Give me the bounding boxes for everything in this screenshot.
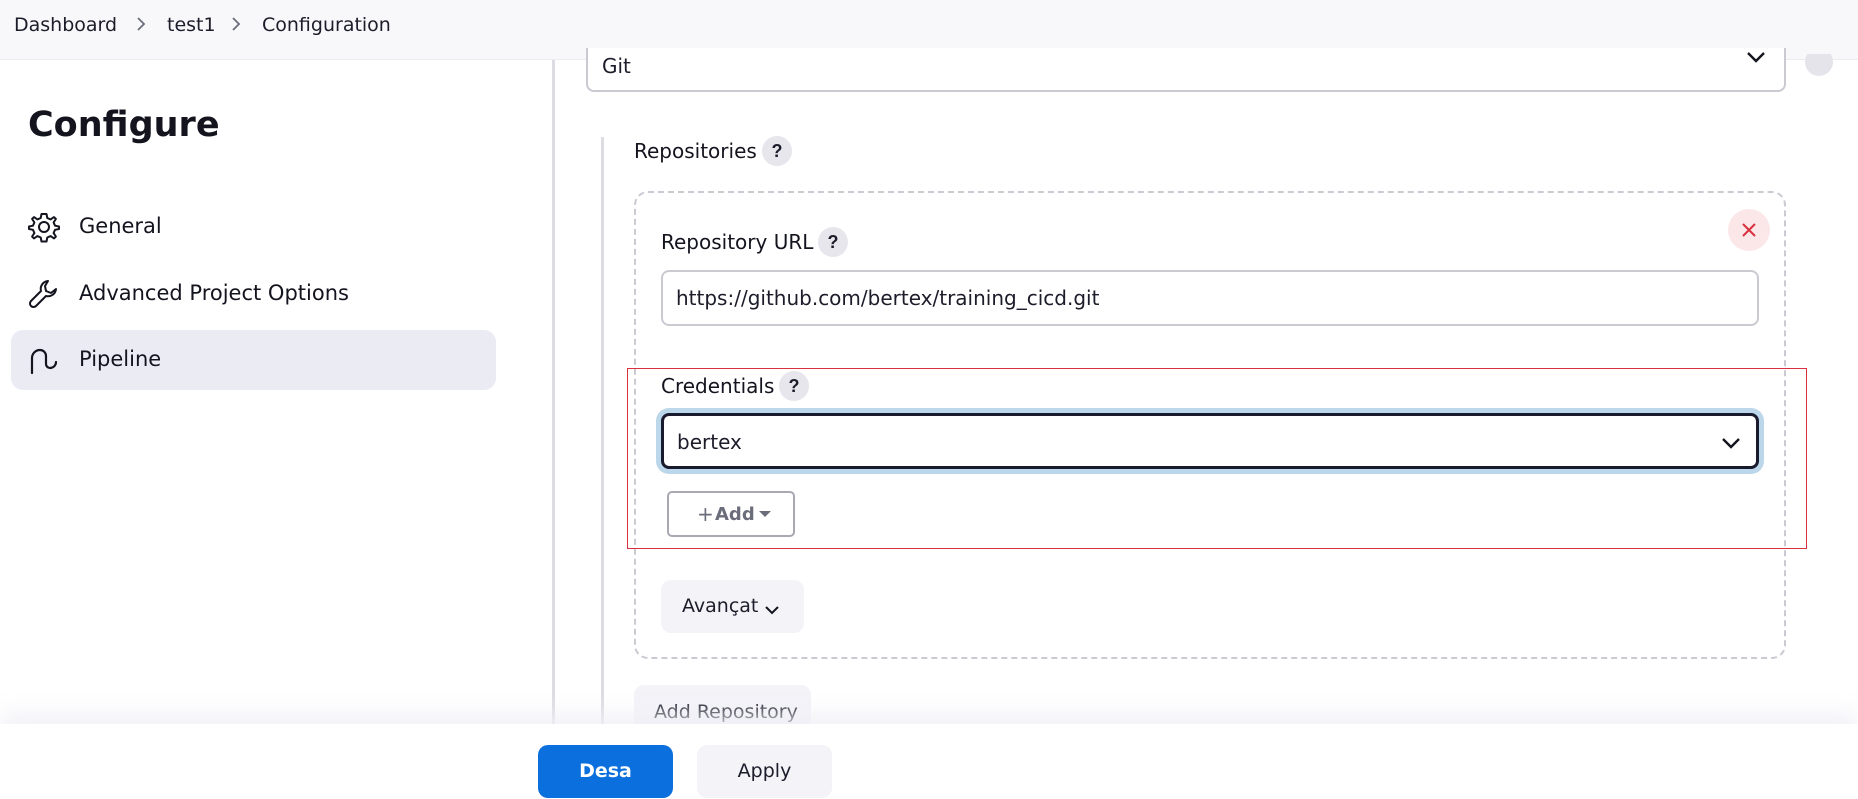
wrench-icon: [28, 278, 60, 310]
sidebar-item-general[interactable]: General: [11, 197, 496, 257]
sidebar-item-label: Pipeline: [79, 347, 162, 371]
advanced-label: Avançat: [682, 595, 759, 617]
sidebar-item-label: Advanced Project Options: [79, 281, 349, 305]
breadcrumb-configuration[interactable]: Configuration: [262, 14, 391, 36]
chevron-right-icon: [135, 14, 147, 34]
pipeline-icon: [28, 344, 60, 376]
add-repository-label: Add Repository: [654, 701, 798, 723]
save-button-label: Desa: [579, 760, 632, 782]
remove-repository-button[interactable]: [1728, 209, 1770, 251]
breadcrumb-dashboard-link[interactable]: Dashboard: [14, 14, 117, 36]
chevron-down-icon: [764, 601, 780, 615]
scm-select[interactable]: Git: [586, 48, 1786, 92]
repository-url-label: Repository URL: [661, 230, 814, 254]
credentials-highlight-box: [627, 368, 1807, 549]
close-icon: [1742, 223, 1756, 237]
section-divider: [552, 60, 555, 724]
repository-url-input[interactable]: [661, 270, 1759, 326]
save-button[interactable]: Desa: [538, 745, 673, 798]
gear-icon: [28, 211, 60, 243]
apply-button[interactable]: Apply: [697, 745, 832, 798]
repositories-divider: [601, 137, 604, 724]
chevron-right-icon: [230, 14, 242, 34]
chevron-down-icon: [1745, 49, 1767, 63]
advanced-button[interactable]: Avançat: [661, 580, 804, 633]
apply-button-label: Apply: [737, 760, 792, 782]
action-bar: Desa Apply: [0, 724, 1858, 799]
repository-url-help-icon[interactable]: ?: [818, 227, 848, 257]
sidebar-item-advanced-project-options[interactable]: Advanced Project Options: [11, 264, 496, 324]
scm-selected-value: Git: [602, 54, 631, 78]
sidebar-item-label: General: [79, 214, 162, 238]
breadcrumb-job-link[interactable]: test1: [167, 14, 216, 36]
sidebar-item-pipeline[interactable]: Pipeline: [11, 330, 496, 390]
repositories-help-icon[interactable]: ?: [762, 136, 792, 166]
repositories-label: Repositories: [634, 139, 757, 163]
page-title: Configure: [28, 105, 220, 145]
